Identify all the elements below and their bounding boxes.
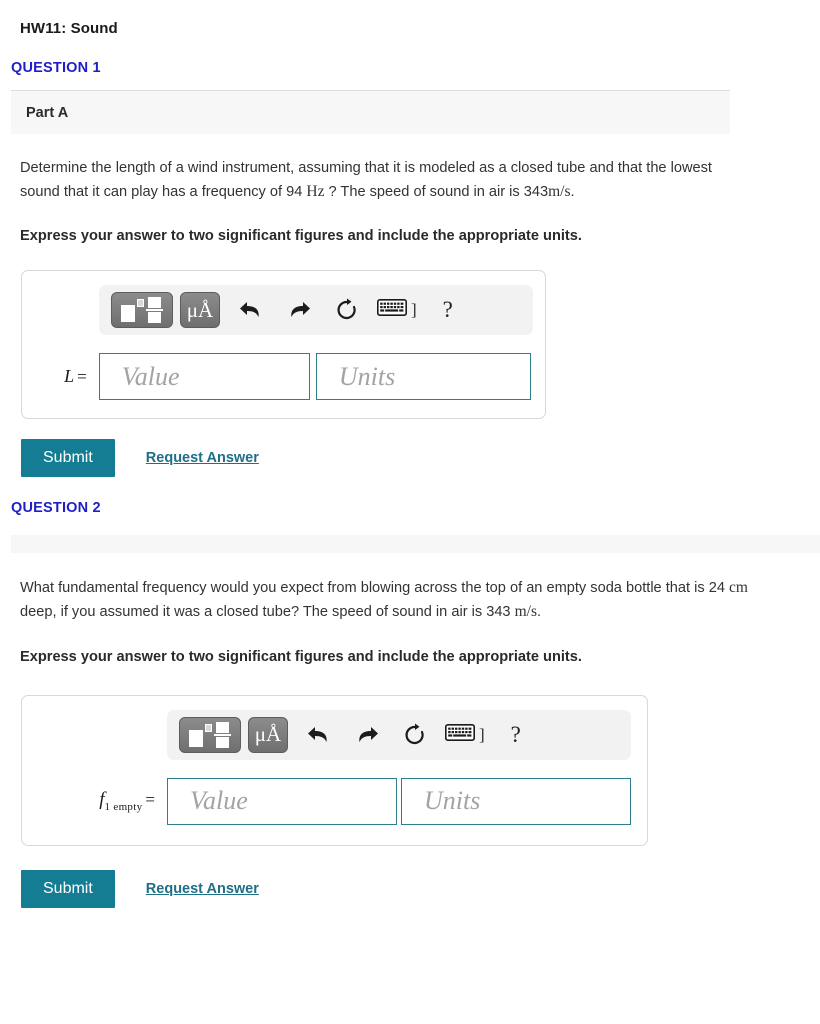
part-a-label: Part A bbox=[26, 104, 69, 121]
math-template-icon[interactable] bbox=[111, 292, 173, 329]
question-2-instruction: Express your answer to two significant f… bbox=[20, 648, 582, 665]
question-2-toolbar: μÅ] ? bbox=[167, 709, 631, 760]
reset-circular-arrow-icon[interactable] bbox=[391, 723, 439, 747]
question-2-unit-ms: m/s bbox=[514, 603, 538, 621]
question-2-body: What fundamental frequency would you exp… bbox=[20, 576, 772, 625]
question-1-body-mid: ? The speed of sound in air is 343 bbox=[324, 183, 549, 200]
question-1-answer-card: μÅ] ? L = Value Units bbox=[21, 270, 546, 420]
redo-arrow-icon[interactable] bbox=[343, 724, 391, 746]
math-template-glyph bbox=[120, 297, 164, 324]
keyboard-icon[interactable] bbox=[445, 723, 475, 746]
question-2-equals: = bbox=[145, 790, 155, 810]
question-1-instruction: Express your answer to two significant f… bbox=[20, 228, 582, 245]
homework-page: HW11: Sound QUESTION 1 Part A Determine … bbox=[0, 0, 820, 908]
question-1-value-input[interactable]: Value bbox=[98, 353, 310, 401]
question-1-body-post: . bbox=[570, 183, 575, 200]
question-2-body-mid: deep, if you assumed it was a closed tub… bbox=[20, 604, 515, 621]
math-template-icon[interactable] bbox=[179, 716, 241, 753]
question-1-equals: = bbox=[77, 367, 87, 387]
question-2-answer-card: μÅ] ? f1 empty = Value Units bbox=[21, 694, 648, 846]
question-1-variable: L bbox=[64, 366, 75, 387]
unit-symbols-icon[interactable]: μÅ bbox=[180, 292, 220, 329]
math-template-glyph bbox=[188, 721, 232, 748]
question-1-units-placeholder: Units bbox=[338, 361, 396, 391]
undo-arrow-icon[interactable] bbox=[295, 724, 343, 746]
question-1-unit-hz: Hz bbox=[306, 182, 325, 200]
question-1-body: Determine the length of a wind instrumen… bbox=[20, 157, 745, 204]
keyboard-tool-group[interactable]: ] bbox=[445, 723, 485, 746]
question-1-heading: QUESTION 1 bbox=[11, 60, 101, 76]
unit-symbols-icon[interactable]: μÅ bbox=[248, 716, 288, 753]
keyboard-tool-group[interactable]: ] bbox=[377, 299, 417, 321]
unit-symbols-label: μÅ bbox=[254, 722, 282, 747]
page-title: HW11: Sound bbox=[20, 20, 118, 37]
question-2-body-pre: What fundamental frequency would you exp… bbox=[20, 580, 730, 597]
question-1-variable-label: L = bbox=[36, 366, 99, 387]
question-1-submit-button[interactable]: Submit bbox=[21, 439, 115, 478]
question-2-variable-label: f1 empty = bbox=[36, 789, 167, 813]
question-1-request-answer-link[interactable]: Request Answer bbox=[146, 450, 259, 466]
question-2-body-post: . bbox=[537, 604, 542, 621]
help-icon[interactable]: ? bbox=[511, 722, 521, 748]
undo-arrow-icon[interactable] bbox=[227, 299, 275, 321]
question-2-units-input[interactable]: Units bbox=[401, 777, 631, 825]
redo-arrow-icon[interactable] bbox=[275, 299, 323, 321]
question-1-answer-row: L = Value Units bbox=[36, 353, 531, 401]
help-icon[interactable]: ? bbox=[443, 297, 453, 323]
question-1-actions: Submit Request Answer bbox=[21, 439, 820, 478]
question-2-heading: QUESTION 2 bbox=[11, 500, 101, 517]
question-1-value-placeholder: Value bbox=[121, 361, 180, 391]
question-1-unit-ms: m/s bbox=[548, 182, 571, 200]
question-2-answer-row: f1 empty = Value Units bbox=[36, 777, 633, 825]
part-a-header-bar: Part A bbox=[11, 90, 730, 134]
question-2-actions: Submit Request Answer bbox=[21, 869, 820, 908]
question-2-request-answer-link[interactable]: Request Answer bbox=[146, 881, 259, 897]
unit-symbols-label: μÅ bbox=[186, 297, 214, 322]
question-2-units-placeholder: Units bbox=[424, 786, 481, 816]
question-2-value-placeholder: Value bbox=[190, 786, 248, 816]
question-2-header-bar bbox=[11, 535, 820, 554]
question-2-variable-subscript: 1 empty bbox=[104, 801, 143, 814]
question-2-value-input[interactable]: Value bbox=[167, 777, 397, 825]
keyboard-icon[interactable] bbox=[377, 299, 407, 321]
reset-circular-arrow-icon[interactable] bbox=[323, 298, 371, 322]
keyboard-bracket-label: ] bbox=[411, 300, 417, 320]
keyboard-bracket-label: ] bbox=[479, 724, 485, 744]
question-2-submit-button[interactable]: Submit bbox=[21, 869, 115, 908]
question-2-unit-cm: cm bbox=[729, 579, 748, 597]
question-1-toolbar: μÅ] ? bbox=[99, 285, 533, 336]
question-1-units-input[interactable]: Units bbox=[315, 353, 531, 401]
